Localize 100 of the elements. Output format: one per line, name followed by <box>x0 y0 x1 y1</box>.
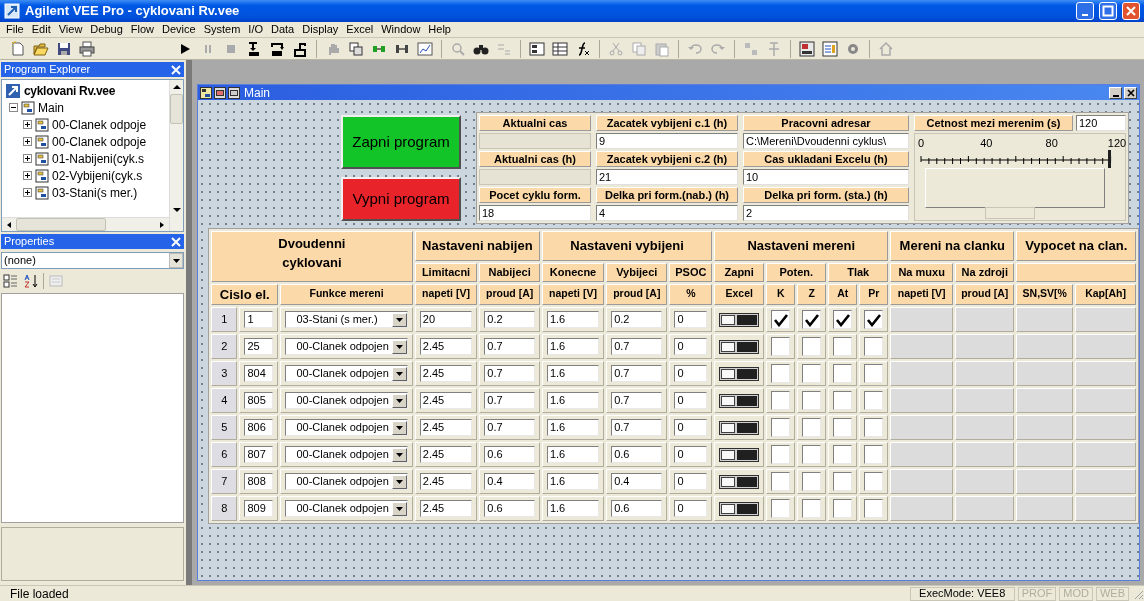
tree-item[interactable]: 00-Clanek odpoje <box>52 115 147 134</box>
menu-item[interactable]: File <box>2 21 28 38</box>
input-field[interactable]: 806 <box>244 419 274 436</box>
input-field[interactable]: 2.45 <box>419 500 473 517</box>
input-field[interactable]: 0 <box>674 338 708 355</box>
input-field[interactable]: 0.7 <box>611 338 663 355</box>
stop-button[interactable]: Vypni program <box>341 177 461 221</box>
tree-item[interactable]: 03-Stani(s mer.) <box>52 183 138 202</box>
toggle-switch[interactable] <box>719 366 760 381</box>
checkbox[interactable] <box>864 472 884 491</box>
maximize-button[interactable] <box>1099 2 1117 20</box>
printer-icon[interactable] <box>79 40 95 57</box>
menu-item[interactable]: I/O <box>244 21 267 38</box>
dropdown[interactable]: 00-Clanek odpojen <box>285 500 408 517</box>
input-field[interactable]: 0.2 <box>484 311 535 328</box>
input-field[interactable]: 18 <box>479 205 591 221</box>
checkbox[interactable] <box>833 499 853 518</box>
input-field[interactable]: 0.7 <box>484 365 535 382</box>
checkbox[interactable] <box>802 337 822 356</box>
panel-view-icon[interactable] <box>200 86 212 99</box>
object-dropdown[interactable]: (none) <box>1 252 184 269</box>
input-field[interactable]: 1.6 <box>546 311 600 328</box>
input-field[interactable]: 0.7 <box>611 419 663 436</box>
sort-alphabetical-icon[interactable] <box>23 273 39 289</box>
checkbox[interactable] <box>771 310 791 329</box>
input-field[interactable]: 0.7 <box>484 419 535 436</box>
menu-item[interactable]: Flow <box>126 21 158 38</box>
close-icon[interactable] <box>171 64 181 75</box>
checkbox[interactable] <box>802 391 822 410</box>
step-into-icon[interactable] <box>246 40 262 57</box>
input-field[interactable]: 0.2 <box>611 311 663 328</box>
start-button[interactable]: Zapni program <box>341 115 461 169</box>
input-field[interactable]: 0 <box>674 473 708 490</box>
menu-item[interactable]: View <box>54 21 87 38</box>
tree-item[interactable]: 02-Vybijeni(cyk.s <box>52 166 143 185</box>
input-field[interactable]: 4 <box>596 205 738 221</box>
checkbox[interactable] <box>833 337 853 356</box>
input-field[interactable]: 0.7 <box>611 365 663 382</box>
input-field[interactable]: 21 <box>596 169 738 185</box>
expand-icon[interactable] <box>23 137 32 146</box>
tree-item[interactable]: cyklovani Rv.vee <box>24 81 116 100</box>
input-field[interactable]: 2.45 <box>419 392 473 409</box>
toggle-switch[interactable] <box>719 474 760 489</box>
panel-icon[interactable] <box>529 40 545 57</box>
input-field[interactable]: 2.45 <box>419 419 473 436</box>
checkbox[interactable] <box>864 499 884 518</box>
input-field[interactable]: 0.6 <box>484 446 535 463</box>
menu-item[interactable]: Data <box>267 21 299 38</box>
input-field[interactable]: 805 <box>244 392 274 409</box>
dropdown[interactable]: 00-Clanek odpojen <box>285 392 408 409</box>
input-field[interactable]: 0.7 <box>484 338 535 355</box>
scrollbar-thumb[interactable] <box>16 218 106 231</box>
slider-thumb[interactable] <box>1108 150 1111 168</box>
checkbox[interactable] <box>833 445 853 464</box>
horizontal-scrollbar[interactable] <box>2 217 169 231</box>
dropdown[interactable]: 03-Stani (s mer.) <box>285 311 408 328</box>
menu-item[interactable]: Device <box>158 21 200 38</box>
checkbox[interactable] <box>864 445 884 464</box>
toggle-switch[interactable] <box>719 312 760 327</box>
input-field[interactable]: 1.6 <box>546 419 600 436</box>
checkbox[interactable] <box>864 364 884 383</box>
input-field[interactable]: 2.45 <box>419 473 473 490</box>
input-field[interactable]: 0.6 <box>611 500 663 517</box>
menu-item[interactable]: System <box>199 21 245 38</box>
minimize-button[interactable] <box>1109 86 1122 99</box>
input-field[interactable]: 120 <box>1076 115 1126 131</box>
checkbox[interactable] <box>802 418 822 437</box>
input-field[interactable]: 2.45 <box>419 446 473 463</box>
input-field[interactable]: 0.4 <box>611 473 663 490</box>
input-field[interactable]: 10 <box>743 169 909 185</box>
dropdown[interactable]: 00-Clanek odpojen <box>285 419 408 436</box>
menu-item[interactable]: Window <box>377 21 425 38</box>
slider-track[interactable] <box>921 150 1111 168</box>
input-field[interactable]: 1.6 <box>546 365 600 382</box>
input-field[interactable]: 804 <box>244 365 274 382</box>
panel-view-icon[interactable] <box>799 40 815 57</box>
input-field[interactable]: 0 <box>674 311 708 328</box>
menu-item[interactable]: Help <box>424 21 455 38</box>
checkbox[interactable] <box>864 310 884 329</box>
checkbox[interactable] <box>833 364 853 383</box>
checkbox[interactable] <box>864 337 884 356</box>
input-field[interactable]: 0.6 <box>611 446 663 463</box>
input-field[interactable]: 807 <box>244 446 274 463</box>
step-out-icon[interactable] <box>292 40 308 57</box>
input-field[interactable]: 0.6 <box>484 500 535 517</box>
new-document-icon[interactable] <box>10 40 26 57</box>
checkbox[interactable] <box>771 445 791 464</box>
icon-view-icon[interactable] <box>228 86 240 99</box>
copy-icon[interactable] <box>348 40 364 57</box>
checkbox[interactable] <box>771 472 791 491</box>
input-field[interactable]: 0 <box>674 446 708 463</box>
checkbox[interactable] <box>864 391 884 410</box>
input-field[interactable]: 1 <box>244 311 274 328</box>
dropdown[interactable]: 00-Clanek odpojen <box>285 446 408 463</box>
expand-icon[interactable] <box>23 188 32 197</box>
input-field[interactable]: 2.45 <box>419 338 473 355</box>
input-field[interactable]: 2.45 <box>419 365 473 382</box>
input-field[interactable]: 2 <box>743 205 909 221</box>
checkbox[interactable] <box>802 472 822 491</box>
detail-view-icon[interactable] <box>214 86 226 99</box>
